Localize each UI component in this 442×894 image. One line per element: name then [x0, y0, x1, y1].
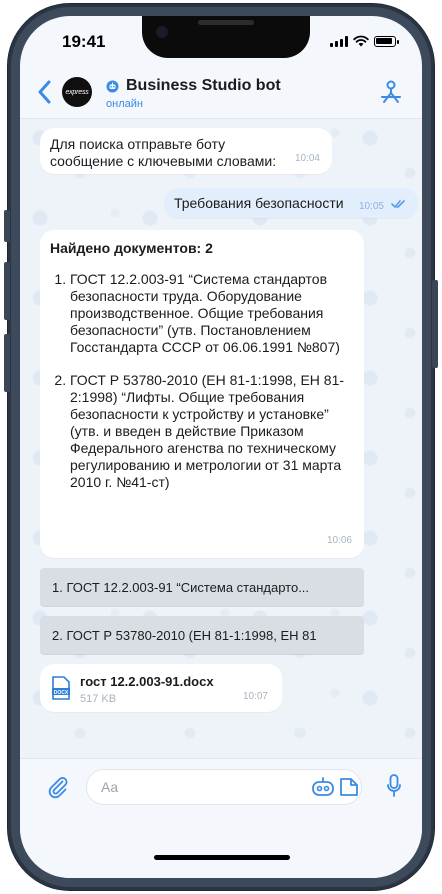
message-time: 10:04: [294, 153, 320, 164]
side-button: [4, 262, 10, 320]
message-text: Для поиска отправьте боту сообщение с кл…: [50, 136, 277, 169]
message-time: 10:05: [358, 201, 384, 212]
incoming-message: Для поиска отправьте боту сообщение с кл…: [40, 128, 332, 174]
sticker-icon[interactable]: [338, 775, 360, 799]
message-text: Требования безопасности: [174, 195, 344, 211]
notch: [142, 16, 310, 58]
docx-file-icon: DOCX: [52, 676, 70, 700]
status-time: 19:41: [62, 32, 106, 51]
home-indicator: [154, 855, 290, 860]
document-button-2[interactable]: 2. ГОСТ Р 53780-2010 (ЕН 81-1:1998, ЕН 8…: [40, 616, 364, 654]
battery-icon: [374, 35, 399, 47]
side-button: [4, 334, 10, 392]
side-button: [432, 280, 438, 368]
wifi-icon: [353, 35, 369, 47]
camera: [156, 26, 168, 38]
chat-title[interactable]: Business Studio bot: [126, 77, 281, 95]
side-button: [4, 210, 10, 242]
file-name: гост 12.2.003-91.docx: [80, 674, 214, 689]
paperclip-icon[interactable]: [46, 775, 70, 799]
outgoing-message: Требования безопасности 10:05: [164, 188, 418, 218]
chat-header: express Business Studio bot онлайн: [20, 68, 422, 119]
status-bar: 19:41: [20, 16, 422, 68]
bot-avatar[interactable]: express: [62, 77, 92, 107]
back-chevron-icon[interactable]: [36, 78, 54, 106]
results-heading: Найдено документов: 2: [50, 240, 213, 256]
search-results-message: Найдено документов: 2 ГОСТ 12.2.003-91 “…: [40, 230, 364, 558]
chat-status: онлайн: [106, 98, 143, 110]
message-composer: [20, 758, 422, 878]
phone-screen: 19:41 express Business Studio bot онлайн…: [20, 16, 422, 878]
docx-file-icon-label: DOCX: [54, 690, 69, 696]
results-list: ГОСТ 12.2.003-91 “Система стандартов без…: [50, 271, 354, 491]
read-checkmark-icon: [391, 200, 405, 208]
file-size: 517 KB: [80, 693, 117, 705]
status-icons: [330, 35, 399, 47]
results-list-item-text: ГОСТ 12.2.003-91 “Система стандартов без…: [70, 271, 340, 355]
bot-commands-icon[interactable]: [310, 775, 336, 799]
message-time: 10:06: [326, 535, 352, 546]
speaker: [198, 20, 254, 25]
bot-profile-icon[interactable]: [378, 78, 404, 106]
results-list-item: ГОСТ Р 53780-2010 (ЕН 81-1:1998, ЕН 81-2…: [70, 372, 354, 491]
results-list-item: ГОСТ 12.2.003-91 “Система стандартов без…: [70, 271, 354, 356]
document-button-1[interactable]: 1. ГОСТ 12.2.003-91 “Система стандарто..…: [40, 568, 364, 606]
signal-icon: [330, 35, 348, 47]
message-time: 10:07: [242, 691, 268, 702]
microphone-icon[interactable]: [386, 773, 402, 799]
file-message[interactable]: DOCX гост 12.2.003-91.docx 517 KB 10:07: [40, 664, 282, 712]
results-list-item-text: ГОСТ Р 53780-2010 (ЕН 81-1:1998, ЕН 81-2…: [70, 372, 345, 490]
bot-badge-icon: [106, 80, 119, 93]
